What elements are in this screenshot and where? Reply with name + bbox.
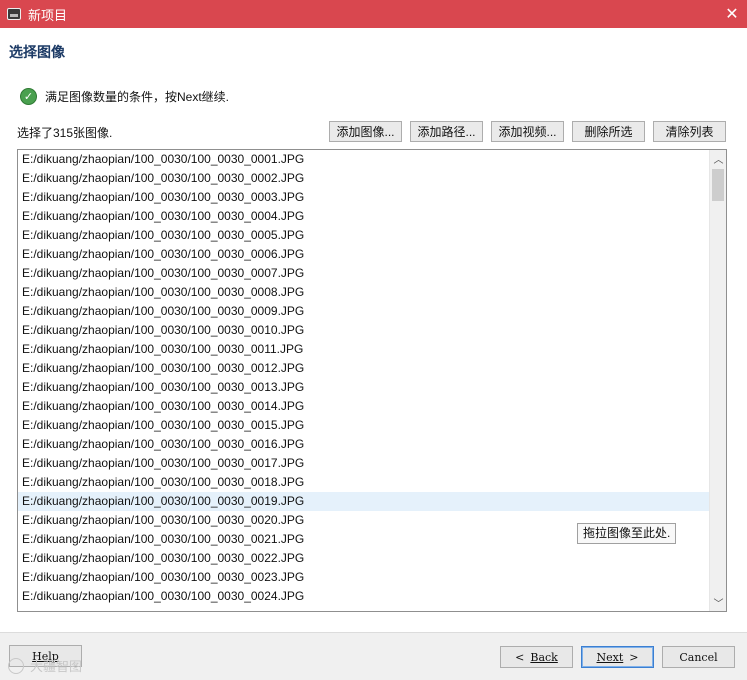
back-label: Back xyxy=(530,650,558,664)
cancel-button[interactable]: Cancel xyxy=(662,646,735,668)
file-list-item[interactable]: E:/dikuang/zhaopian/100_0030/100_0030_00… xyxy=(18,416,709,435)
next-button[interactable]: Next > xyxy=(581,646,654,668)
file-list-item[interactable]: E:/dikuang/zhaopian/100_0030/100_0030_00… xyxy=(18,378,709,397)
watermark-logo-icon xyxy=(8,657,24,674)
window-title: 新项目 xyxy=(28,7,68,23)
back-arrow-icon: < xyxy=(515,650,525,664)
scroll-thumb[interactable] xyxy=(712,169,724,201)
scroll-up-icon[interactable]: ︿ xyxy=(710,150,726,167)
image-count-label: 选择了315张图像. xyxy=(17,126,113,140)
file-list-item[interactable]: E:/dikuang/zhaopian/100_0030/100_0030_00… xyxy=(18,549,709,568)
next-label: Next xyxy=(596,650,624,664)
file-list-item[interactable]: E:/dikuang/zhaopian/100_0030/100_0030_00… xyxy=(18,188,709,207)
add-video-button[interactable]: 添加视频... xyxy=(491,121,564,142)
file-list-item[interactable]: E:/dikuang/zhaopian/100_0030/100_0030_00… xyxy=(18,340,709,359)
file-list-item[interactable]: E:/dikuang/zhaopian/100_0030/100_0030_00… xyxy=(18,473,709,492)
clear-list-button[interactable]: 清除列表 xyxy=(653,121,726,142)
file-list-item[interactable]: E:/dikuang/zhaopian/100_0030/100_0030_00… xyxy=(18,264,709,283)
status-text: 满足图像数量的条件，按Next继续. xyxy=(45,90,230,104)
watermark-text: 大疆智图 xyxy=(30,659,83,674)
title-bar: 新项目 ✕ xyxy=(0,0,747,28)
next-arrow-icon: > xyxy=(629,650,639,664)
file-list-item[interactable]: E:/dikuang/zhaopian/100_0030/100_0030_00… xyxy=(18,568,709,587)
add-images-button[interactable]: 添加图像... xyxy=(329,121,402,142)
file-list-item[interactable]: E:/dikuang/zhaopian/100_0030/100_0030_00… xyxy=(18,169,709,188)
file-list-item[interactable]: E:/dikuang/zhaopian/100_0030/100_0030_00… xyxy=(18,397,709,416)
file-list-item[interactable]: E:/dikuang/zhaopian/100_0030/100_0030_00… xyxy=(18,226,709,245)
file-list-item[interactable]: E:/dikuang/zhaopian/100_0030/100_0030_00… xyxy=(18,321,709,340)
file-list-item[interactable]: E:/dikuang/zhaopian/100_0030/100_0030_00… xyxy=(18,359,709,378)
drop-hint-tooltip: 拖拉图像至此处. xyxy=(577,523,677,544)
delete-selected-button[interactable]: 删除所选 xyxy=(572,121,645,142)
file-list-item[interactable]: E:/dikuang/zhaopian/100_0030/100_0030_00… xyxy=(18,435,709,454)
file-list-item[interactable]: E:/dikuang/zhaopian/100_0030/100_0030_00… xyxy=(18,283,709,302)
file-list-item[interactable]: E:/dikuang/zhaopian/100_0030/100_0030_00… xyxy=(18,207,709,226)
watermark: 大疆智图 xyxy=(8,656,82,675)
check-circle-icon: ✓ xyxy=(20,88,37,105)
file-list-item[interactable]: E:/dikuang/zhaopian/100_0030/100_0030_00… xyxy=(18,302,709,321)
app-icon xyxy=(7,8,21,20)
scroll-down-icon[interactable]: ﹀ xyxy=(710,594,726,611)
page-title: 选择图像 xyxy=(9,44,65,60)
back-button[interactable]: < Back xyxy=(500,646,573,668)
add-path-button[interactable]: 添加路径... xyxy=(410,121,483,142)
file-list-item[interactable]: E:/dikuang/zhaopian/100_0030/100_0030_00… xyxy=(18,587,709,606)
file-list-item[interactable]: E:/dikuang/zhaopian/100_0030/100_0030_00… xyxy=(18,245,709,264)
status-message: ✓ 满足图像数量的条件，按Next继续. xyxy=(20,88,229,105)
file-list-item[interactable]: E:/dikuang/zhaopian/100_0030/100_0030_00… xyxy=(18,454,709,473)
file-list-item[interactable]: E:/dikuang/zhaopian/100_0030/100_0030_00… xyxy=(18,492,709,511)
close-button[interactable]: ✕ xyxy=(717,0,747,28)
file-list-item[interactable]: E:/dikuang/zhaopian/100_0030/100_0030_00… xyxy=(18,150,709,169)
vertical-scrollbar[interactable]: ︿ ﹀ xyxy=(709,150,726,611)
